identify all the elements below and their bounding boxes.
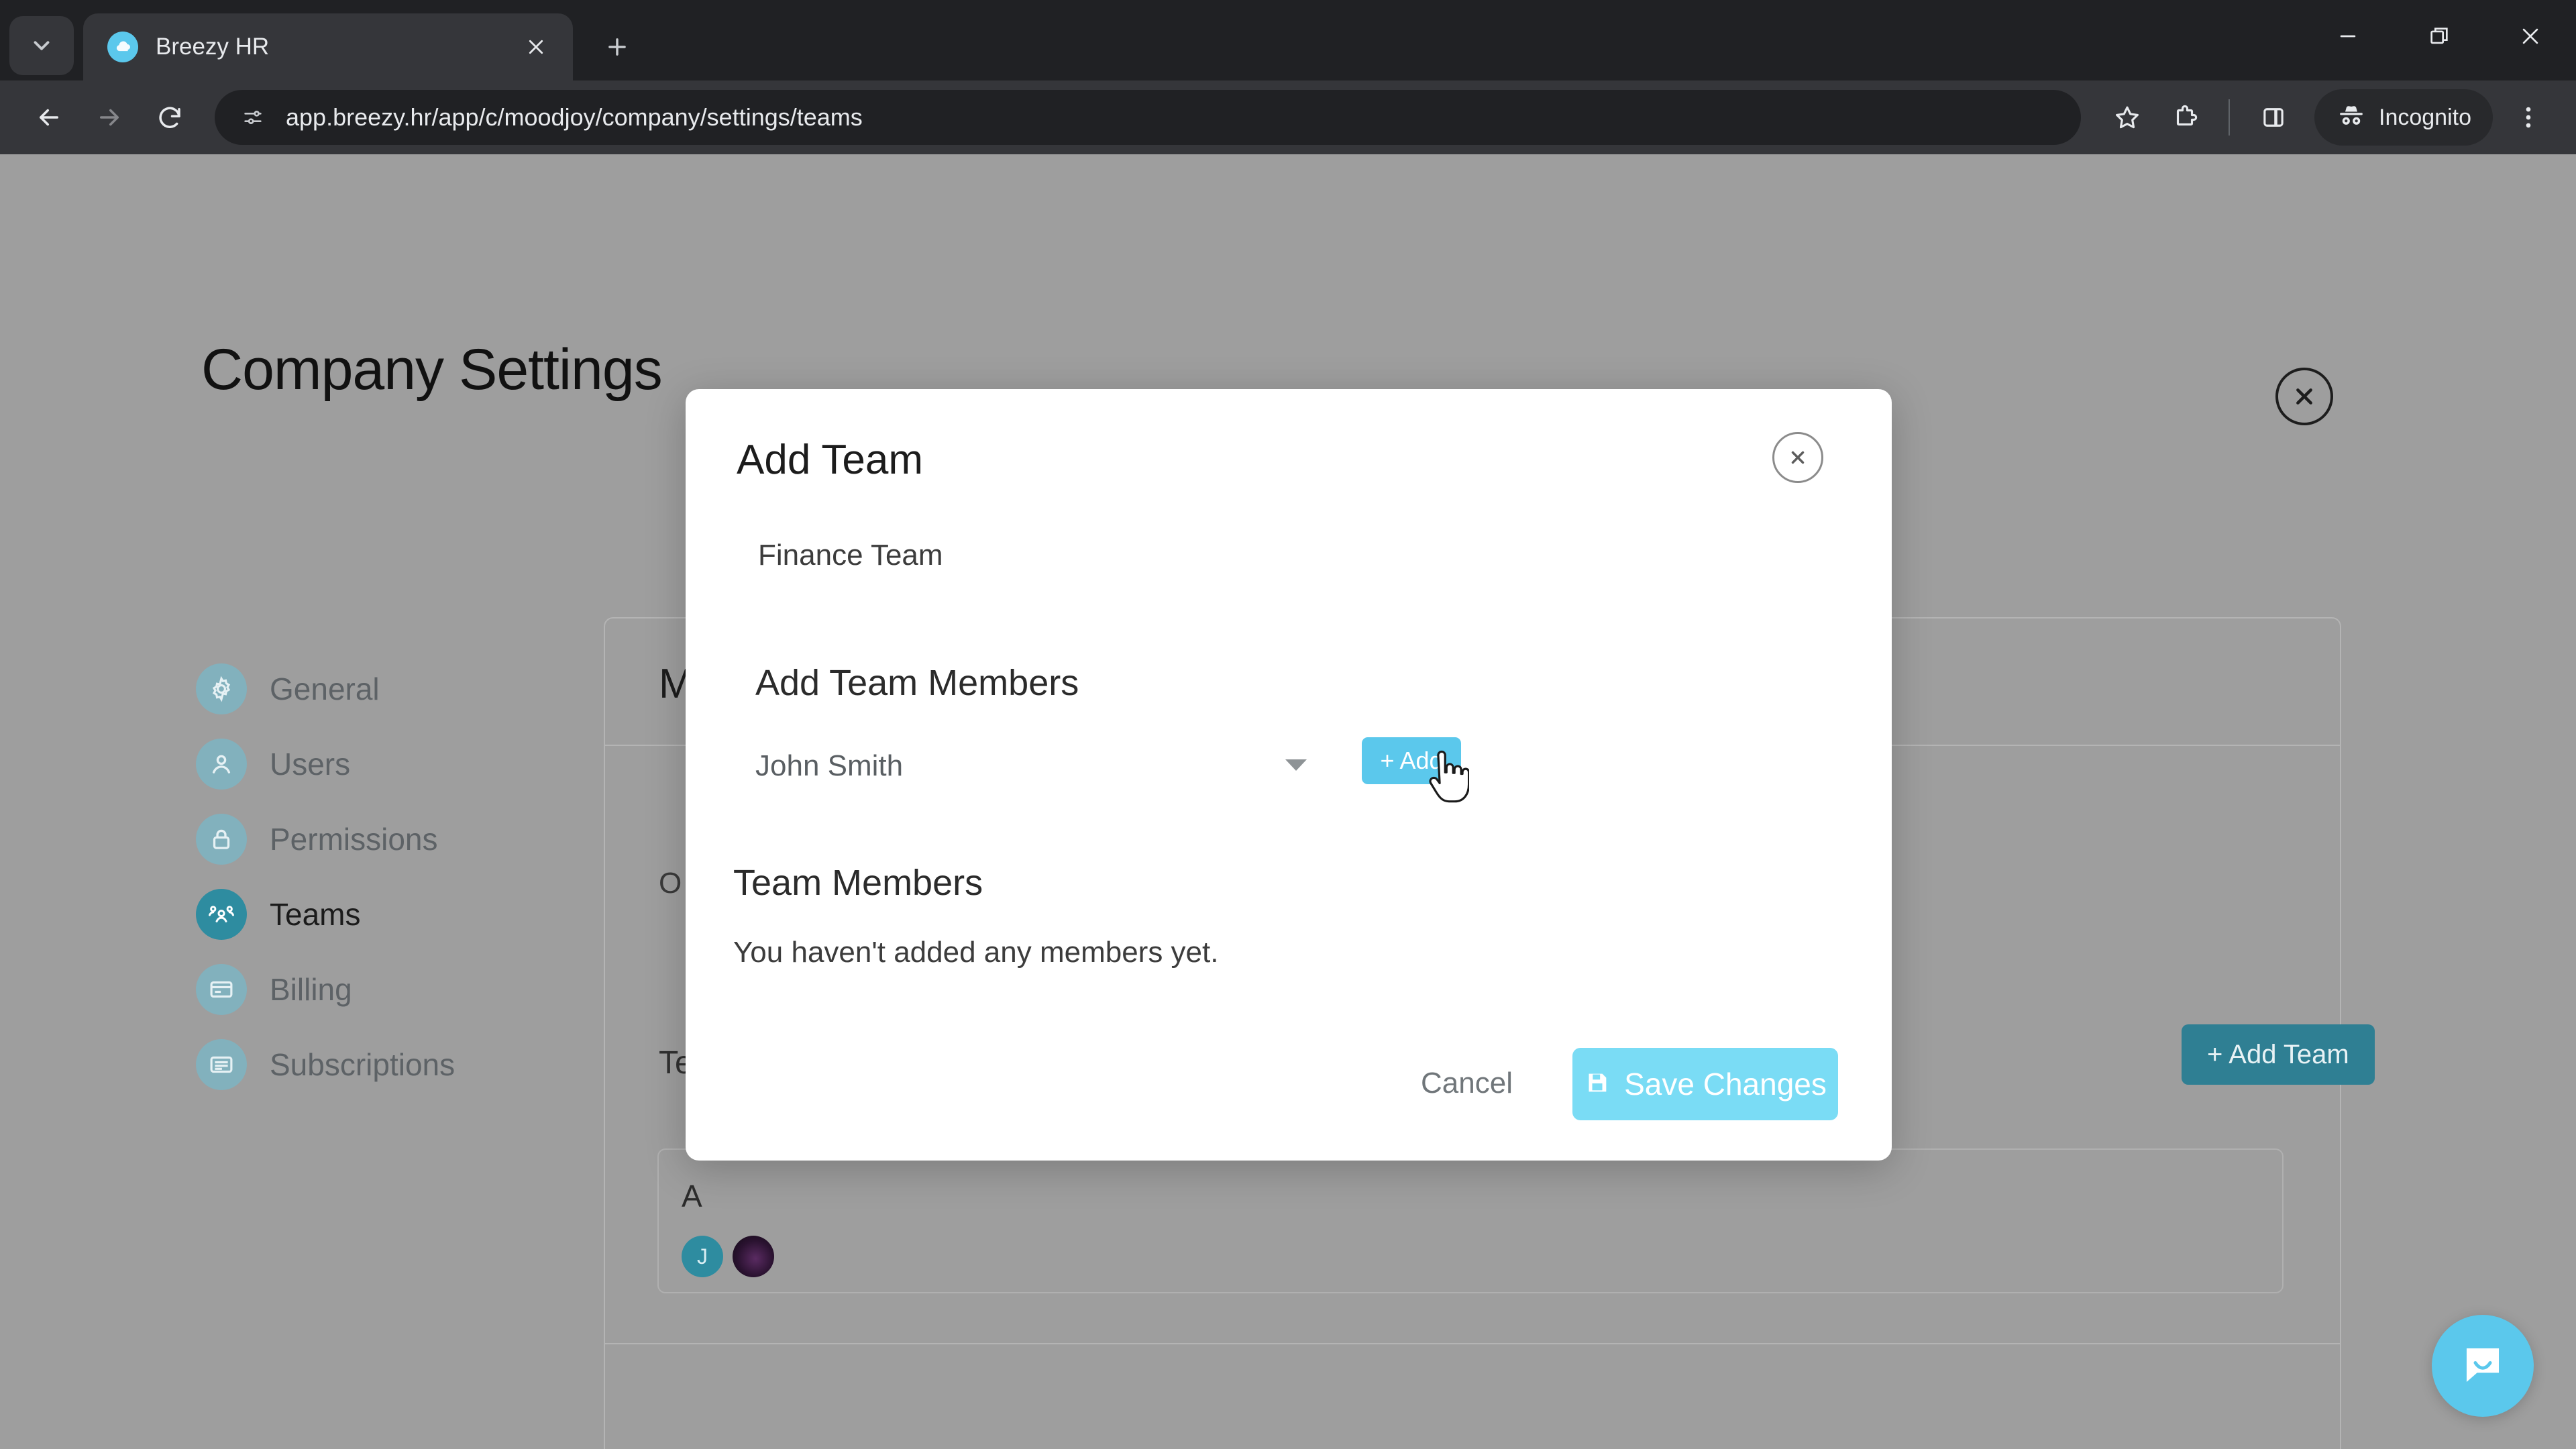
incognito-profile-button[interactable]: Incognito [2314, 89, 2493, 146]
arrow-right-icon[interactable] [79, 87, 140, 148]
site-settings-icon[interactable] [232, 97, 274, 138]
cancel-button[interactable]: Cancel [1421, 1067, 1513, 1100]
minimize-icon[interactable] [2302, 0, 2394, 72]
caret-down-icon [1285, 759, 1307, 771]
star-icon[interactable] [2098, 89, 2156, 146]
close-circle-icon[interactable] [1772, 432, 1823, 483]
team-members-heading: Team Members [733, 863, 983, 903]
tab-list-icon[interactable] [9, 16, 74, 75]
tab-strip: Breezy HR [0, 0, 2576, 80]
reload-icon[interactable] [140, 87, 200, 148]
address-bar[interactable]: app.breezy.hr/app/c/moodjoy/company/sett… [215, 90, 2081, 145]
add-member-button[interactable]: + Add [1362, 737, 1461, 784]
team-name-input[interactable]: Finance Team [758, 539, 943, 572]
close-icon[interactable] [517, 28, 555, 66]
floppy-disk-icon [1584, 1069, 1611, 1099]
modal-title: Add Team [737, 437, 924, 483]
add-team-members-heading: Add Team Members [755, 663, 1079, 703]
incognito-label: Incognito [2379, 104, 2471, 130]
incognito-hat-icon [2336, 101, 2367, 135]
close-icon[interactable] [2485, 0, 2576, 72]
three-dot-menu-icon[interactable] [2500, 89, 2557, 146]
member-select-value: John Smith [755, 749, 904, 782]
modal-overlay: Add Team Finance Team Add Team Members J… [0, 154, 2576, 1449]
arrow-left-icon[interactable] [19, 87, 79, 148]
side-panel-icon[interactable] [2245, 89, 2302, 146]
extensions-icon[interactable] [2156, 89, 2214, 146]
toolbar-divider [2229, 99, 2230, 136]
plus-icon[interactable] [590, 20, 644, 74]
breezy-cloud-icon [107, 32, 138, 62]
page-viewport: Company Settings General Users Permissio… [0, 154, 2576, 1449]
maximize-icon[interactable] [2394, 0, 2485, 72]
member-select[interactable]: John Smith [755, 739, 1319, 793]
url-text: app.breezy.hr/app/c/moodjoy/company/sett… [286, 103, 863, 131]
save-changes-label: Save Changes [1624, 1067, 1827, 1102]
tab-title: Breezy HR [156, 34, 270, 60]
save-changes-button[interactable]: Save Changes [1572, 1048, 1838, 1120]
window-controls [2302, 0, 2576, 72]
browser-window: Breezy HR app.breezy.hr/app/c/moodjoy/co… [0, 0, 2576, 1449]
browser-toolbar: app.breezy.hr/app/c/moodjoy/company/sett… [0, 80, 2576, 154]
team-members-empty-message: You haven't added any members yet. [733, 936, 1219, 969]
browser-tab[interactable]: Breezy HR [83, 13, 573, 80]
